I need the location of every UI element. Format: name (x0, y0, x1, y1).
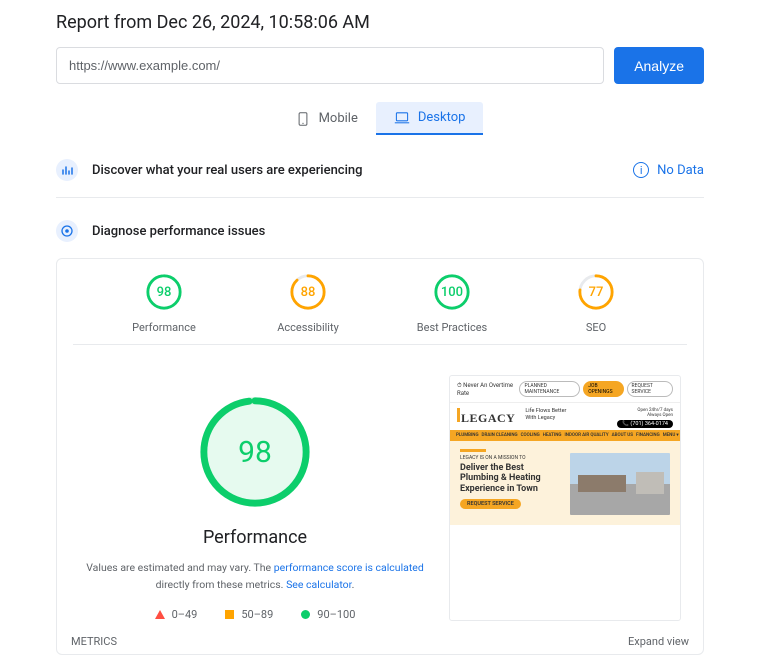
score-seo-label: SEO (556, 321, 636, 334)
legend-good: 90–100 (301, 608, 355, 621)
score-performance-value: 98 (145, 273, 183, 311)
legend-avg: 50–89 (225, 608, 273, 621)
real-users-icon (56, 159, 78, 181)
circle-icon (301, 610, 310, 619)
score-performance[interactable]: 98 Performance (124, 273, 204, 334)
card-footer: METRICS Expand view (63, 621, 697, 648)
score-legend: 0–49 50–89 90–100 (79, 608, 431, 621)
score-accessibility-label: Accessibility (268, 321, 348, 334)
score-best-practices[interactable]: 100 Best Practices (412, 273, 492, 334)
no-data-link[interactable]: i No Data (633, 162, 704, 178)
shot-hero: LEGACY IS ON A MISSION TO Deliver the Be… (450, 441, 680, 525)
divider (56, 197, 704, 198)
url-input[interactable] (56, 47, 604, 84)
performance-gauge: 98 (196, 393, 314, 511)
diagnose-section: Diagnose performance issues (56, 216, 704, 246)
info-icon: i (633, 162, 649, 178)
no-data-label: No Data (657, 163, 704, 178)
performance-gauge-label: Performance (79, 527, 431, 548)
shot-hero-image (570, 453, 670, 515)
performance-detail-row: 98 Performance Values are estimated and … (63, 345, 697, 621)
shot-tagline: Life Flows Better With Legacy (525, 408, 566, 428)
real-users-title: Discover what your real users are experi… (92, 163, 363, 178)
score-accessibility-value: 88 (289, 273, 327, 311)
analyze-button[interactable]: Analyze (614, 47, 704, 84)
shot-nav: PLUMBINGDRAIN CLEANINGCOOLINGHEATINGINDO… (450, 430, 680, 441)
page-screenshot: ⏱ Never An Overtime Rate PLANNED MAINTEN… (449, 375, 681, 621)
score-calc-link[interactable]: performance score is calculated (274, 561, 424, 574)
performance-description: Values are estimated and may vary. The p… (79, 560, 431, 594)
performance-gauge-area: 98 Performance Values are estimated and … (79, 375, 431, 621)
square-icon (225, 610, 234, 619)
score-row: 98 Performance 88 Accessibility 100 Best… (63, 273, 697, 334)
shot-pill-jobs: JOB OPENINGS (583, 381, 623, 397)
shot-kicker: LEGACY IS ON A MISSION TO (460, 455, 564, 461)
score-accessibility[interactable]: 88 Accessibility (268, 273, 348, 334)
url-row: Analyze (56, 47, 704, 84)
score-seo[interactable]: 77 SEO (556, 273, 636, 334)
diagnose-title: Diagnose performance issues (92, 224, 265, 239)
see-calculator-link[interactable]: See calculator (286, 578, 352, 591)
score-seo-value: 77 (577, 273, 615, 311)
performance-gauge-value: 98 (196, 393, 314, 511)
tab-mobile[interactable]: Mobile (277, 102, 376, 135)
shot-logo: LEGACY (457, 408, 515, 428)
real-users-section: Discover what your real users are experi… (56, 155, 704, 185)
mobile-icon (295, 112, 311, 126)
shot-topnote: ⏱ Never An Overtime Rate (457, 382, 519, 397)
shot-contact: Open 24hr/7 days Always Open 📞 (701) 364… (617, 408, 673, 428)
shot-cta: REQUEST SERVICE (460, 499, 521, 509)
shot-pill-maint: PLANNED MAINTENANCE (519, 381, 580, 397)
device-tabs: Mobile Desktop (56, 102, 704, 135)
metrics-label: METRICS (71, 635, 117, 648)
report-title: Report from Dec 26, 2024, 10:58:06 AM (56, 12, 704, 33)
score-performance-label: Performance (124, 321, 204, 334)
legend-poor: 0–49 (155, 608, 198, 621)
score-best-practices-label: Best Practices (412, 321, 492, 334)
diagnose-icon (56, 220, 78, 242)
score-best-practices-value: 100 (433, 273, 471, 311)
lighthouse-card: 98 Performance 88 Accessibility 100 Best… (56, 258, 704, 655)
tab-desktop[interactable]: Desktop (376, 102, 484, 135)
triangle-icon (155, 610, 165, 619)
shot-pill-request: REQUEST SERVICE (627, 381, 673, 397)
shot-headline: Deliver the Best Plumbing & Heating Expe… (460, 463, 564, 494)
shot-phone: 📞 (701) 364-0174 (617, 420, 673, 428)
tab-mobile-label: Mobile (319, 111, 358, 126)
tab-desktop-label: Desktop (418, 110, 466, 125)
desktop-icon (394, 111, 410, 125)
expand-view-link[interactable]: Expand view (628, 635, 689, 648)
